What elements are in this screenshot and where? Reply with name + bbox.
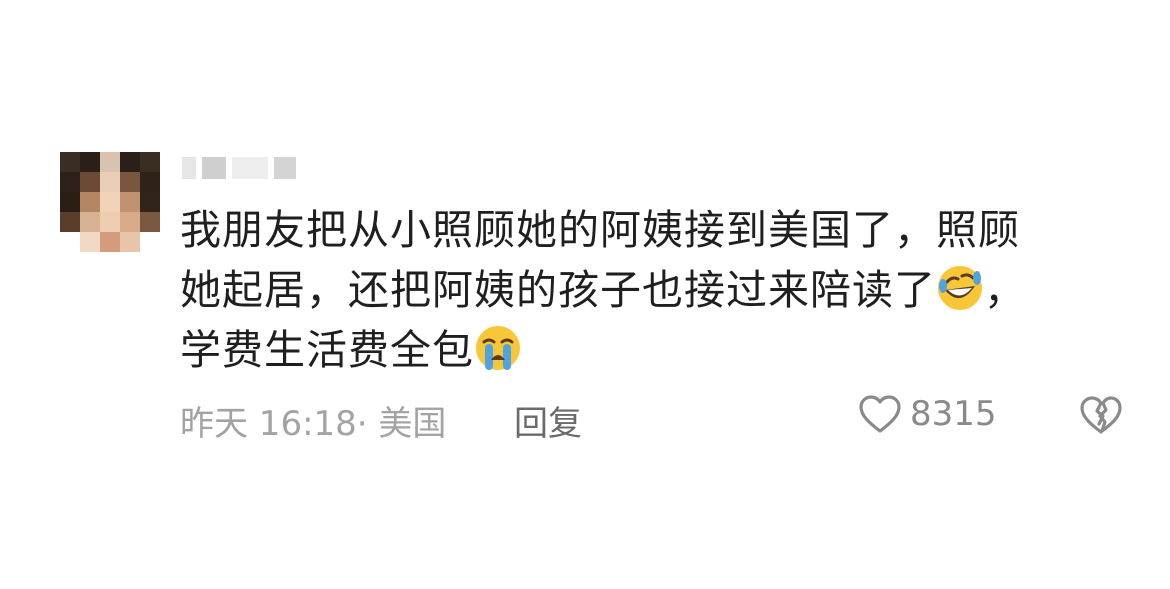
comment-text: 我朋友把从小照顾她的阿姨接到美国了，照顾 她起居，还把阿姨的孩子也接过来陪读了 …: [180, 200, 1100, 380]
loudly-crying-emoji-icon: [476, 326, 520, 370]
comment-text-line-3: 学费生活费全包: [180, 326, 474, 374]
timestamp-location: 昨天 16:18· 美国: [180, 404, 447, 444]
reply-button[interactable]: 回复: [514, 396, 582, 445]
avatar[interactable]: [60, 152, 160, 252]
like-button[interactable]: 8315: [858, 394, 997, 434]
broken-heart-icon: [1080, 396, 1122, 434]
comment-meta: 昨天 16:18· 美国 回复 8315: [180, 390, 1130, 444]
rolling-on-floor-laughing-emoji-icon: [938, 266, 982, 310]
comment-text-line-2: 她起居，还把阿姨的孩子也接过来陪读了: [180, 266, 936, 314]
username-blurred[interactable]: [182, 150, 322, 186]
comment-text-line-1: 我朋友把从小照顾她的阿姨接到美国了，照顾: [180, 206, 1020, 254]
like-count: 8315: [910, 394, 997, 434]
heart-outline-icon: [859, 395, 901, 433]
comment-text-comma: ，: [984, 266, 1026, 314]
dislike-button[interactable]: [1078, 394, 1124, 436]
